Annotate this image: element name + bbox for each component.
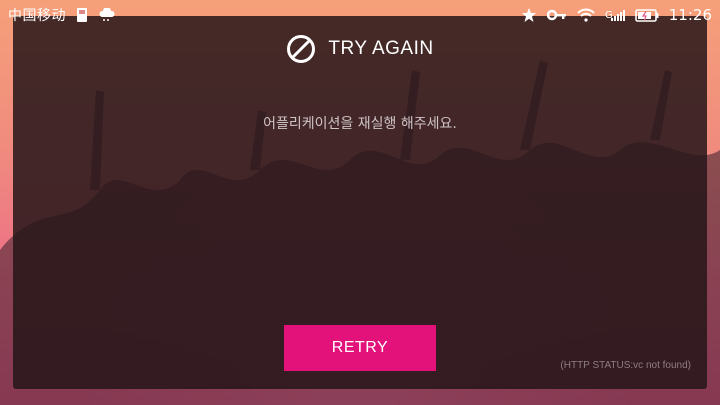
status-bar: 中国移动 G 11:26 xyxy=(0,0,720,30)
battery-icon xyxy=(634,8,659,22)
star-icon xyxy=(521,7,537,23)
wifi-icon xyxy=(577,8,595,22)
clock-time: 11:26 xyxy=(668,6,712,24)
key-icon xyxy=(547,9,567,21)
sim-storage-icon xyxy=(76,7,88,23)
app-screen: 中国移动 G 11:26 TRY AGAIN 어플리케이션을 재실행 해주세요.… xyxy=(0,0,720,405)
prohibited-icon xyxy=(286,34,316,64)
signal-icon: G xyxy=(605,9,625,21)
error-dialog: TRY AGAIN 어플리케이션을 재실행 해주세요. RETRY (HTTP … xyxy=(13,16,707,389)
dialog-title: TRY AGAIN xyxy=(328,38,434,59)
retry-button[interactable]: RETRY xyxy=(284,325,436,371)
weather-cloud-icon xyxy=(98,8,116,22)
dialog-message: 어플리케이션을 재실행 해주세요. xyxy=(263,116,457,132)
carrier-name: 中国移动 xyxy=(8,8,66,24)
dialog-header: TRY AGAIN xyxy=(13,34,707,64)
http-status-text: (HTTP STATUS:vc not found) xyxy=(560,360,691,371)
